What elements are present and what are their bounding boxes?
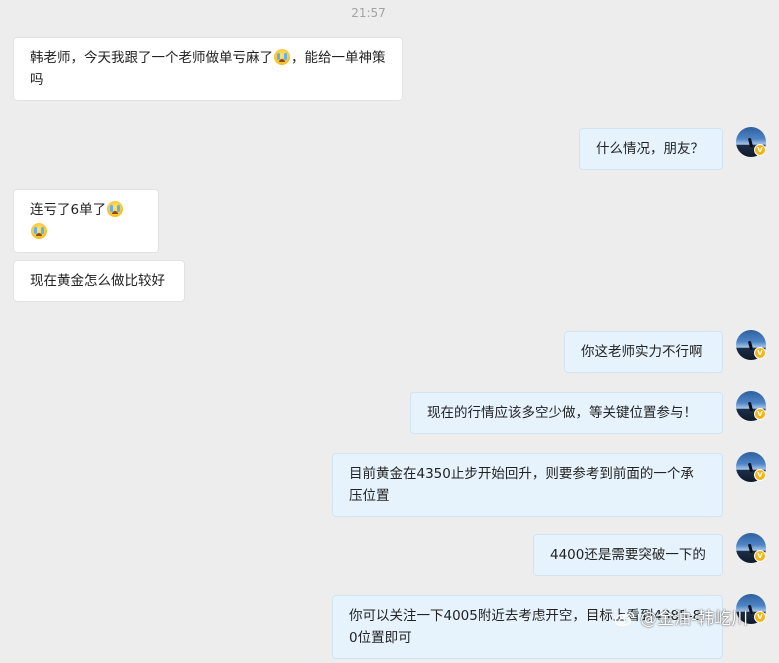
crying-face-icon — [107, 201, 124, 217]
verified-badge-icon: V — [754, 611, 766, 623]
message-bubble-outgoing[interactable]: 目前黄金在4350止步开始回升，则要参考到前面的一个承压位置 — [332, 453, 723, 517]
verified-badge-icon: V — [754, 469, 766, 481]
verified-badge-icon: V — [754, 550, 766, 562]
avatar[interactable]: V — [736, 391, 766, 421]
crying-face-icon — [274, 49, 290, 65]
message-bubble-outgoing[interactable]: 你这老师实力不行啊 — [564, 331, 723, 373]
avatar[interactable]: V — [736, 533, 766, 563]
message-bubble-incoming[interactable]: 现在黄金怎么做比较好 — [13, 260, 185, 302]
crying-face-icon — [31, 223, 47, 239]
message-text: 你这老师实力不行啊 — [581, 344, 703, 360]
message-text: 韩老师，今天我跟了一个老师做单亏麻了 — [30, 50, 273, 66]
avatar[interactable]: V — [736, 127, 766, 157]
message-bubble-outgoing[interactable]: 什么情况，朋友？ — [579, 128, 723, 170]
avatar[interactable]: V — [736, 330, 766, 360]
message-text: 目前黄金在4350止步开始回升，则要参考到前面的一个承压位置 — [349, 466, 694, 504]
message-text: 4400还是需要突破一下的 — [550, 547, 706, 563]
message-timestamp: 21:57 — [351, 6, 386, 20]
message-bubble-outgoing[interactable]: 现在的行情应该多空少做，等关键位置参与！ — [410, 392, 723, 434]
message-text: 现在的行情应该多空少做，等关键位置参与！ — [427, 405, 697, 421]
message-text: 现在黄金怎么做比较好 — [30, 273, 165, 289]
avatar[interactable]: V — [736, 452, 766, 482]
message-text: 什么情况，朋友？ — [596, 141, 704, 157]
verified-badge-icon: V — [754, 347, 766, 359]
message-bubble-incoming[interactable]: 连亏了6单了 — [13, 189, 159, 253]
watermark: @金油-韩屹川 — [614, 604, 748, 629]
watermark-text: @金油-韩屹川 — [640, 609, 749, 629]
message-bubble-incoming[interactable]: 韩老师，今天我跟了一个老师做单亏麻了 ，能给一单神策吗 — [13, 37, 403, 101]
verified-badge-icon: V — [754, 144, 766, 156]
message-bubble-outgoing[interactable]: 4400还是需要突破一下的 — [533, 534, 723, 576]
verified-badge-icon: V — [754, 408, 766, 420]
message-text: 连亏了6单了 — [30, 202, 107, 218]
weibo-logo-icon — [614, 611, 635, 627]
